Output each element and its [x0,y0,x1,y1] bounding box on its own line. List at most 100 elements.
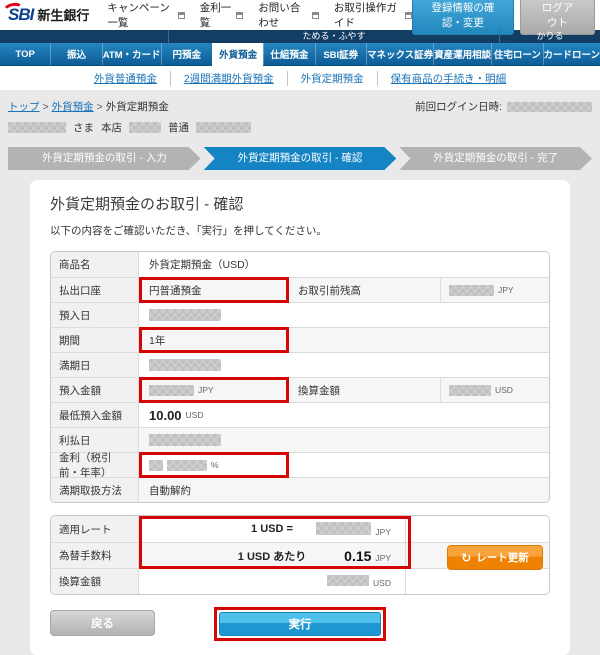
tab-top[interactable]: TOP [0,43,50,65]
step-input: 外貨定期預金の取引 - 入力 [8,147,201,170]
currency-unit: JPY [198,385,214,395]
subnav-fx-time-deposit[interactable]: 外貨定期預金 [287,71,377,86]
row-label: 為替手数料 [51,543,139,568]
redacted-converted-amount [449,385,491,396]
row-label: 金利（税引前・年率） [51,453,139,477]
redacted-rate-part [149,460,163,471]
tab-card-loan[interactable]: カードローン [543,43,600,65]
percent-unit: % [211,460,219,470]
currency-unit: JPY [375,553,391,563]
redacted-balance [449,285,494,296]
top-header: SBI 新生銀行 キャンペーン一覧 金利一覧 お問い合わせ お取引操作ガイド 登… [0,0,600,30]
nav-group-strip: ためる・ふやす かりる [0,30,600,43]
row-label: 満期取扱方法 [51,478,139,502]
contact-label: お問い合わせ [258,0,309,30]
rate-button-cell [406,569,549,594]
breadcrumb-home-link[interactable]: トップ [8,101,40,113]
table-row-deposit-date: 預入日 [51,302,549,327]
redacted-applied-rate [316,522,371,535]
redacted-maturity-date [149,359,221,371]
guide-label: お取引操作ガイド [334,0,402,30]
pre-trade-balance-label: お取引前残高 [288,278,441,302]
tab-sbi-securities[interactable]: SBI証券 [315,43,366,65]
table-row-maturity-handling: 満期取扱方法 自動解約 [51,477,549,502]
deposit-detail-table: 商品名 外貨定期預金（USD） 払出口座 円普通預金 お取引前残高 JPY 預入… [50,251,550,503]
row-label: 預入金額 [51,378,139,402]
table-row-withdrawal-account: 払出口座 円普通預金 お取引前残高 JPY [51,277,549,302]
tab-yen-deposit[interactable]: 円預金 [161,43,212,65]
page-instruction: 以下の内容をご確認いただき、「実行」を押してください。 [50,223,550,238]
table-row-interest-payment-date: 利払日 [51,427,549,452]
tab-transfer[interactable]: 振込 [50,43,101,65]
step-complete: 外貨定期預金の取引 - 完了 [399,147,592,170]
main-nav: TOP 振込 ATM・カード 円預金 外貨預金 仕組預金 SBI証券 マネックス… [0,43,600,66]
row-label: 最低預入金額 [51,403,139,427]
converted-amount-value: USD [441,378,549,402]
rate-table: 適用レート 1 USD = JPY 為替手数料 1 USD あたり 0.15 J… [50,515,550,595]
rate-list-link[interactable]: 金利一覧 [200,0,243,30]
rate-update-button[interactable]: ↻ レート更新 [447,545,543,570]
tab-home-loan[interactable]: 住宅ローン [491,43,542,65]
execute-button[interactable]: 実行 [219,612,381,636]
back-button[interactable]: 戻る [50,610,155,636]
refresh-icon: ↻ [461,551,471,565]
content-panel: 外貨定期預金のお取引 - 確認 以下の内容をご確認いただき、「実行」を押してくだ… [30,180,570,655]
table-row-interest-rate: 金利（税引前・年率） % [51,452,549,477]
minimum-deposit-value: 10.00 USD [139,403,549,427]
redacted-deposit-amount [149,385,194,396]
term-value: 1年 [139,328,549,352]
contact-link[interactable]: お問い合わせ [258,0,319,30]
strip-spacer [0,30,168,43]
sbi-logo-icon: SBI [5,5,33,25]
breadcrumb-section-link[interactable]: 外貨預金 [52,101,94,113]
currency-unit: USD [186,410,204,420]
redacted-interest-date [149,434,221,446]
row-label: 満期日 [51,353,139,377]
subnav-fx-2week[interactable]: 2週間満期外貨預金 [170,71,287,86]
subnav-fx-ordinary[interactable]: 外貨普通預金 [81,71,170,86]
action-buttons: 戻る 実行 [50,607,550,641]
converted-total-value: USD [139,569,406,594]
applied-rate-value: 1 USD = JPY [139,516,406,542]
user-name-suffix: さま [73,120,94,135]
external-link-icon [312,12,319,19]
highlight-box-execute: 実行 [214,607,386,641]
guide-link[interactable]: お取引操作ガイド [334,0,412,30]
tab-foreign-currency-deposit[interactable]: 外貨預金 [212,43,263,66]
tab-asset-consulting[interactable]: 資産運用相談 [433,43,491,65]
currency-unit: JPY [375,527,391,537]
currency-unit: USD [495,385,513,395]
breadcrumb: トップ>外貨預金>外貨定期預金 [8,99,169,114]
page-title: 外貨定期預金のお取引 - 確認 [50,193,550,214]
row-label: 換算金額 [51,569,139,594]
branch-label: 本店 [101,120,122,135]
campaign-list-link[interactable]: キャンペーン一覧 [107,0,184,30]
redacted-user-name [8,122,66,133]
external-link-icon [236,12,243,19]
currency-unit: JPY [498,285,514,295]
row-label: 預入日 [51,303,139,327]
row-label: 適用レート [51,516,139,542]
external-link-icon [405,12,412,19]
subnav-holdings[interactable]: 保有商品の手続き・明細 [377,71,520,86]
step-indicator: 外貨定期預金の取引 - 入力 外貨定期預金の取引 - 確認 外貨定期預金の取引 … [0,135,600,170]
tab-monex-securities[interactable]: マネックス証券 [366,43,433,65]
redacted-branch-number [129,122,161,133]
minimum-deposit-number: 10.00 [149,408,182,423]
last-login-label: 前回ログイン日時: [415,99,502,114]
table-row-term: 期間 1年 [51,327,549,352]
fx-fee-number: 0.15 [344,548,371,564]
tab-atm-card[interactable]: ATM・カード [102,43,161,65]
deposit-date-value [139,303,549,327]
account-info: さま 本店 普通 [0,114,600,135]
table-row-maturity-date: 満期日 [51,352,549,377]
interest-rate-value: % [139,453,549,477]
redacted-last-login-value [507,102,592,112]
maturity-handling-value: 自動解約 [139,478,549,502]
converted-amount-label: 換算金額 [288,378,441,402]
group-save-grow: ためる・ふやす [168,30,500,43]
fx-fee-value: 1 USD あたり 0.15 JPY [139,543,406,568]
last-login: 前回ログイン日時: [415,99,592,114]
tab-structured-deposit[interactable]: 仕組預金 [263,43,314,65]
row-label: 商品名 [51,252,139,277]
